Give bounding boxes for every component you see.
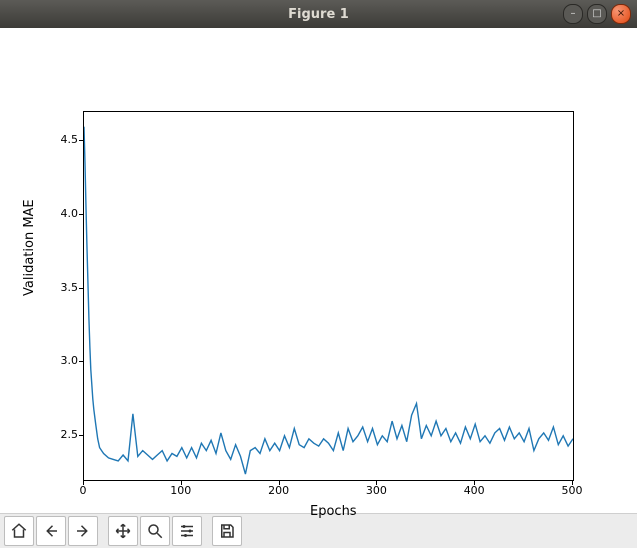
configure-button[interactable] xyxy=(172,516,202,546)
maximize-button[interactable]: □ xyxy=(587,4,607,24)
plot-axes xyxy=(83,111,574,481)
window-controls: – □ × xyxy=(563,4,631,24)
home-button[interactable] xyxy=(4,516,34,546)
window-title: Figure 1 xyxy=(0,7,637,22)
y-tick-label: 4.0 xyxy=(48,207,78,220)
zoom-icon xyxy=(146,522,164,540)
x-tick-label: 0 xyxy=(68,484,98,497)
close-button[interactable]: × xyxy=(611,4,631,24)
line-chart xyxy=(84,112,573,480)
save-button[interactable] xyxy=(212,516,242,546)
y-tick-label: 3.0 xyxy=(48,354,78,367)
x-tick-label: 300 xyxy=(361,484,391,497)
forward-button[interactable] xyxy=(68,516,98,546)
home-icon xyxy=(10,522,28,540)
x-tick-label: 400 xyxy=(459,484,489,497)
save-icon xyxy=(218,522,236,540)
zoom-button[interactable] xyxy=(140,516,170,546)
x-tick-label: 500 xyxy=(557,484,587,497)
y-axis-label: Validation MAE xyxy=(22,199,37,296)
x-tick-label: 200 xyxy=(264,484,294,497)
arrow-left-icon xyxy=(42,522,60,540)
pan-button[interactable] xyxy=(108,516,138,546)
app-window: Figure 1 – □ × Validation MAE Epochs 2.5… xyxy=(0,0,637,548)
minimize-button[interactable]: – xyxy=(563,4,583,24)
sliders-icon xyxy=(178,522,196,540)
x-tick-label: 100 xyxy=(166,484,196,497)
back-button[interactable] xyxy=(36,516,66,546)
y-tick-label: 2.5 xyxy=(48,428,78,441)
x-axis-label: Epochs xyxy=(310,504,357,519)
figure-canvas: Validation MAE Epochs 2.53.03.54.04.5010… xyxy=(0,28,637,513)
arrow-right-icon xyxy=(74,522,92,540)
titlebar: Figure 1 – □ × xyxy=(0,0,637,28)
move-icon xyxy=(114,522,132,540)
y-tick-label: 3.5 xyxy=(48,281,78,294)
y-tick-label: 4.5 xyxy=(48,133,78,146)
